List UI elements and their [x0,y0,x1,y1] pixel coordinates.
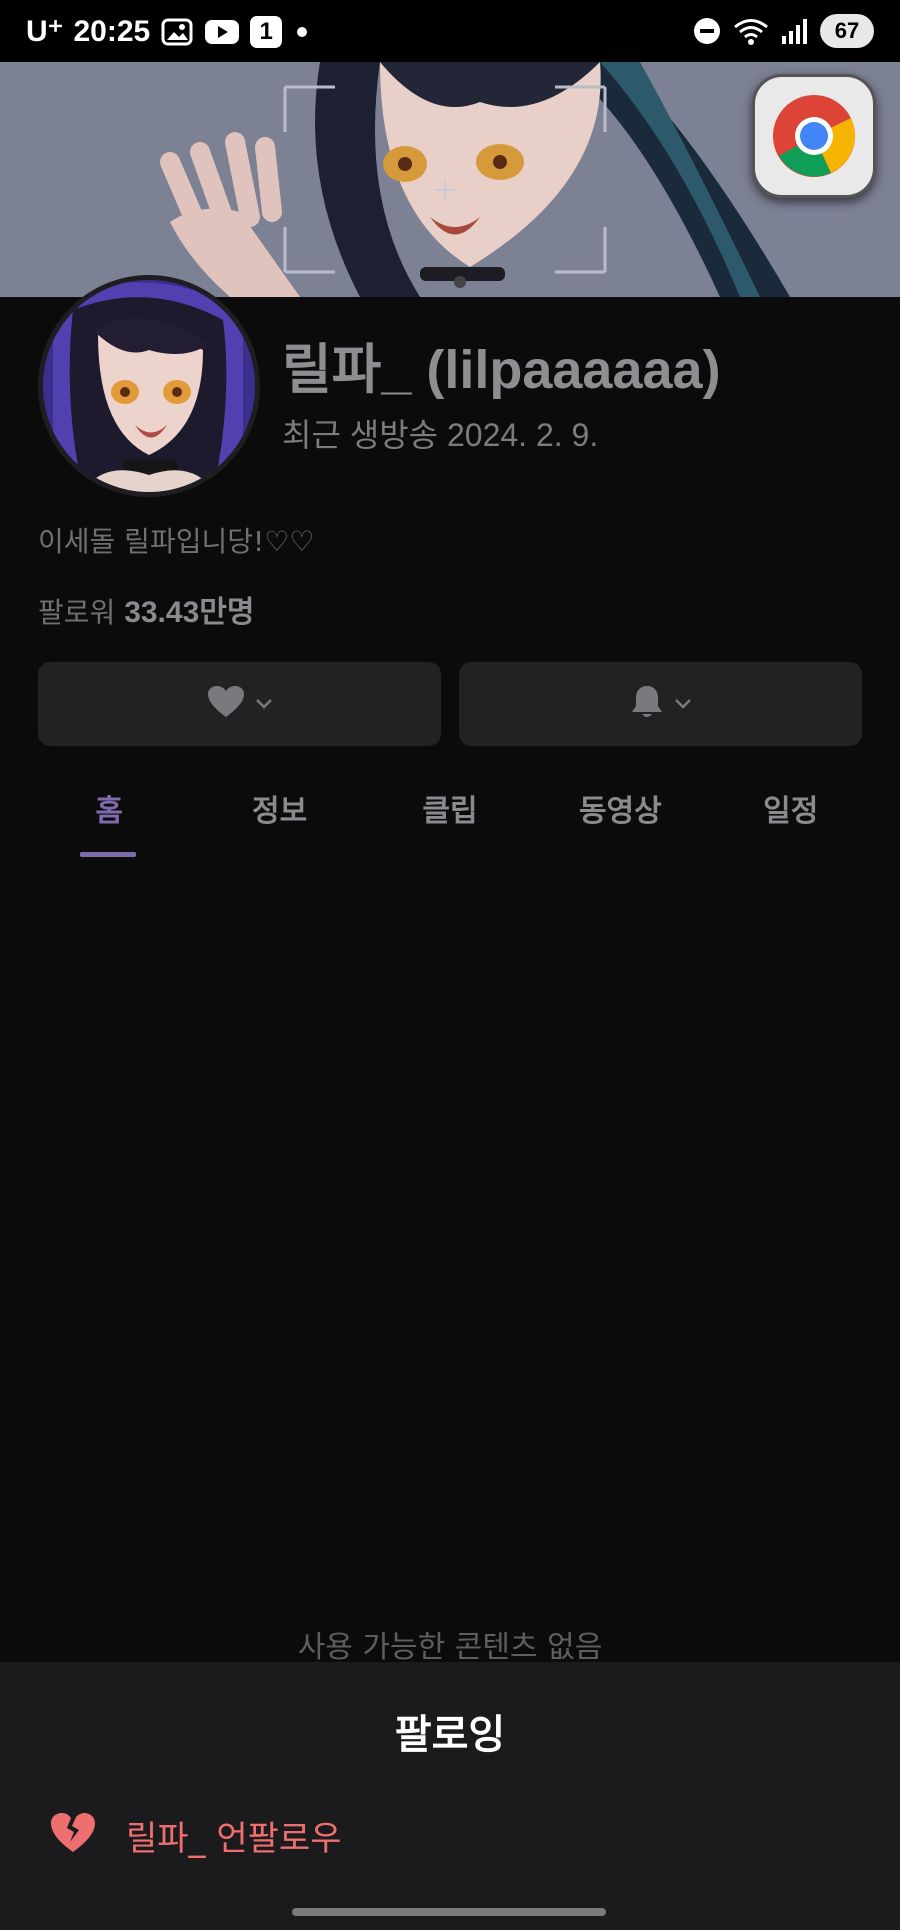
channel-bio: 이세돌 릴파입니당!♡♡ [38,525,315,558]
dot-icon [292,22,312,42]
tab-videos[interactable]: 동영상 [535,770,705,860]
signal-icon [780,16,810,46]
sheet-title: 팔로잉 [394,1712,506,1758]
battery-icon: 67 [820,14,874,48]
clock: 20:25 [73,14,151,48]
following-sheet: 팔로잉 릴파_ 언팔로우 [0,1662,900,1930]
avatar [38,275,260,497]
carrier-label: U⁺ [26,15,64,48]
last-live-date: 최근 생방송 2024. 2. 9. [282,417,599,453]
channel-tabs: 홈 정보 클립 동영상 일정 [0,770,900,860]
tab-schedule[interactable]: 일정 [706,770,876,860]
tab-clips[interactable]: 클립 [365,770,535,860]
followers-value: 33.43만명 [124,596,255,629]
chevron-down-icon [674,695,692,714]
unfollow-button[interactable]: 릴파_ 언팔로우 [50,1800,342,1870]
followers-label: 팔로워 [38,596,116,629]
tab-info[interactable]: 정보 [195,770,365,860]
gallery-icon [160,17,194,47]
follow-button[interactable] [38,662,441,746]
broken-heart-icon [50,1812,96,1858]
unfollow-label: 릴파_ 언팔로우 [126,1818,342,1859]
tab-home[interactable]: 홈 [24,770,194,860]
badge-icon: 1 [250,15,283,48]
bell-icon [630,684,664,724]
status-bar: U⁺ 20:25 1 67 [0,0,900,62]
youtube-icon [204,18,240,46]
home-indicator[interactable] [292,1908,606,1916]
chevron-down-icon [255,695,273,714]
heart-icon [207,685,245,723]
empty-state-text: 사용 가능한 콘텐츠 없음 [297,1630,603,1665]
channel-name: 릴파_ (lilpaaaaaa) [282,340,721,400]
wifi-icon [732,16,770,46]
follower-count: 팔로워 33.43만명 [38,587,254,631]
notification-button[interactable] [459,662,862,746]
chrome-bubble-icon[interactable] [752,74,876,198]
dnd-icon [692,16,722,46]
